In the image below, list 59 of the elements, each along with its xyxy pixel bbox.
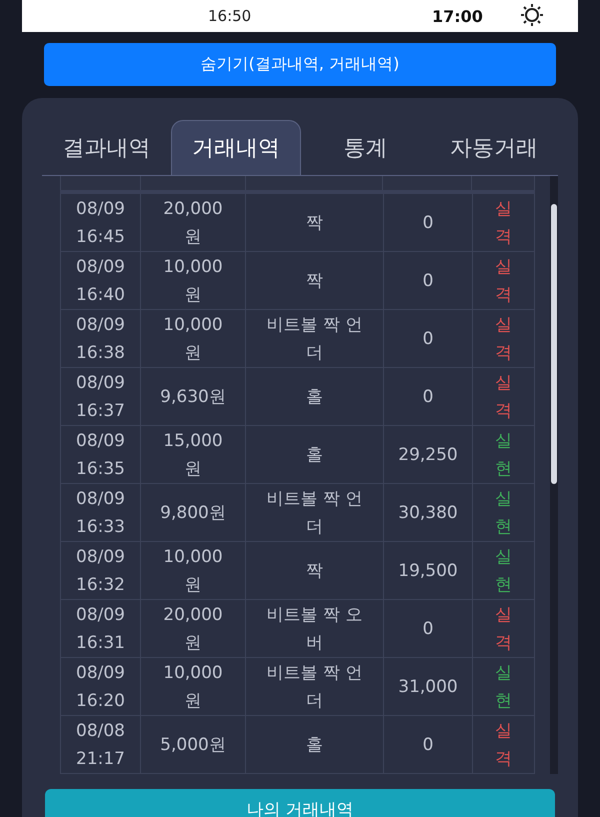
pick-cell-text: 비트볼 짝 언더	[266, 314, 364, 364]
tab[interactable]: 거래내역	[170, 120, 301, 175]
tab[interactable]: 통계	[301, 120, 430, 175]
amount-cell-text: 10,000원	[162, 662, 224, 712]
pick-cell-text: 홀	[306, 444, 323, 466]
result-cell-text: 실격	[494, 604, 513, 654]
tab[interactable]: 자동거래	[430, 120, 558, 175]
time-cell-text: 08/08 21:17	[75, 720, 126, 770]
payout-cell-text: 30,380	[398, 502, 458, 524]
scrollbar[interactable]	[550, 176, 558, 774]
pick-cell-text: 홀	[306, 386, 323, 408]
amount-cell-text: 10,000원	[162, 314, 224, 364]
pick-cell-text: 비트볼 짝 언더	[266, 662, 364, 712]
time-cell-text: 08/09 16:45	[75, 198, 126, 248]
payout-cell-text: 0	[422, 386, 434, 408]
payout-cell-text: 29,250	[398, 444, 458, 466]
result-cell-text: 실현	[494, 488, 513, 538]
amount-cell-text: 5,000원	[160, 734, 226, 756]
pick-cell-text: 홀	[306, 734, 323, 756]
result-cell-text: 실격	[494, 372, 513, 422]
amount-cell-text: 9,630원	[160, 386, 226, 408]
pick-cell-text: 비트볼 짝 언더	[266, 488, 364, 538]
payout-cell-text: 0	[422, 212, 434, 234]
result-cell-text: 실격	[494, 198, 513, 248]
time-cell-text: 08/09 16:32	[75, 546, 126, 596]
payout-cell-text: 0	[422, 270, 434, 292]
sun-icon[interactable]	[520, 3, 544, 27]
hide-button[interactable]: 숨기기(결과내역, 거래내역)	[44, 43, 556, 86]
payout-cell-text: 19,500	[398, 560, 458, 582]
result-cell-text: 실현	[494, 430, 513, 480]
payout-cell-text: 31,000	[398, 676, 458, 698]
start-time: 16:50	[208, 7, 252, 25]
end-time: 17:00	[432, 6, 483, 26]
pick-cell-text: 비트볼 짝 오버	[266, 604, 364, 654]
pick-cell-text: 짝	[306, 560, 323, 582]
time-cell-text: 08/09 16:31	[75, 604, 126, 654]
payout-cell-text: 0	[422, 734, 434, 756]
time-cell-text: 08/09 16:35	[75, 430, 126, 480]
payout-cell-text: 0	[422, 328, 434, 350]
result-cell-text: 실격	[494, 314, 513, 364]
amount-cell-text: 10,000원	[162, 256, 224, 306]
pick-cell-text: 짝	[306, 270, 323, 292]
amount-cell-text: 9,800원	[160, 502, 226, 524]
result-cell-text: 실현	[494, 662, 513, 712]
time-cell-text: 08/09 16:20	[75, 662, 126, 712]
result-cell-text: 실격	[494, 720, 513, 770]
result-cell-text: 실현	[494, 546, 513, 596]
amount-cell-text: 20,000원	[162, 198, 224, 248]
result-cell-text: 실격	[494, 256, 513, 306]
time-cell-text: 08/09 16:40	[75, 256, 126, 306]
time-cell-text: 08/09 16:37	[75, 372, 126, 422]
pick-cell-text: 짝	[306, 212, 323, 234]
time-cell-text: 08/09 16:33	[75, 488, 126, 538]
payout-cell-text: 0	[422, 618, 434, 640]
amount-cell-text: 10,000원	[162, 546, 224, 596]
tab[interactable]: 결과내역	[42, 120, 170, 175]
time-cell-text: 08/09 16:38	[75, 314, 126, 364]
amount-cell-text: 15,000원	[162, 430, 224, 480]
amount-cell-text: 20,000원	[162, 604, 224, 654]
